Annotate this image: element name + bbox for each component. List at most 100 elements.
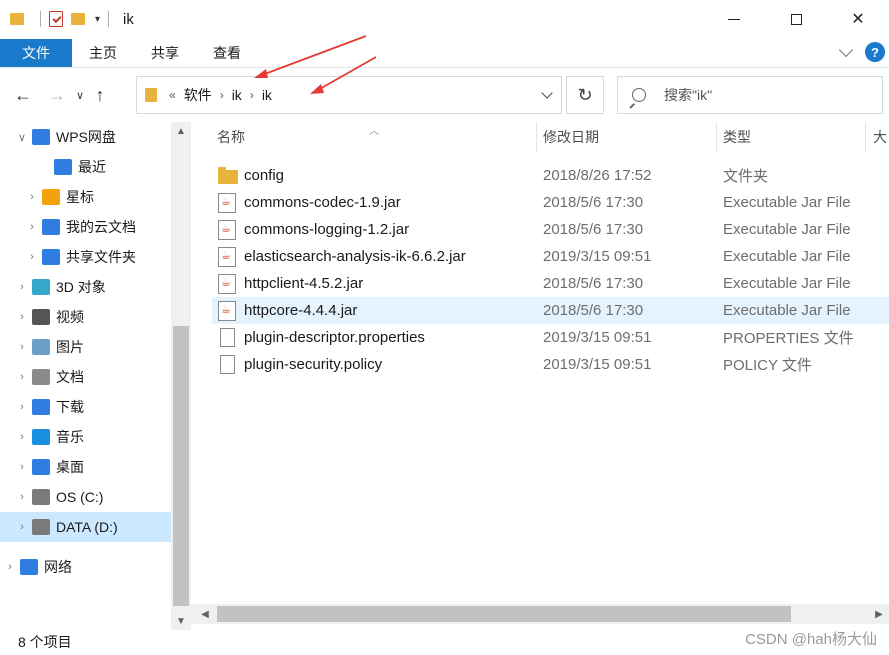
column-divider[interactable] [716,122,717,152]
sidebar-item[interactable]: › 共享文件夹 [0,242,171,272]
file-icon [220,328,235,347]
scrollbar-thumb[interactable] [173,326,189,606]
sidebar-item[interactable]: › 文档 [0,362,171,392]
breadcrumb-item-ik-parent[interactable]: ik [232,87,242,103]
tab-share[interactable]: 共享 [134,39,196,67]
file-row[interactable]: elasticsearch-analysis-ik-6.6.2.jar 2019/… [212,243,889,270]
cloud-icon [32,129,50,145]
folder-icon [145,88,157,102]
sidebar-item-label: 3D 对象 [56,279,106,295]
new-folder-icon[interactable] [71,13,85,25]
column-divider[interactable] [536,122,537,152]
file-row[interactable]: plugin-descriptor.properties 2019/3/15 09… [212,324,889,351]
back-button[interactable]: ← [8,80,38,110]
file-row[interactable]: config 2018/8/26 17:52 文件夹 [212,162,889,189]
sidebar-item[interactable]: › 星标 [0,182,171,212]
expand-chevron-icon[interactable]: › [12,311,32,323]
expand-chevron-icon[interactable]: › [0,561,20,573]
search-box[interactable]: 搜索"ik" [617,76,883,114]
sort-ascending-icon: ︿ [369,126,379,137]
folder-icon[interactable] [10,13,24,25]
sidebar-item[interactable]: › 下载 [0,392,171,422]
picture-icon [32,339,50,355]
expand-ribbon-icon[interactable] [838,42,854,58]
column-header-name[interactable]: 名称 [217,122,245,152]
expand-chevron-icon[interactable]: › [12,401,32,413]
scroll-up-icon[interactable]: ▲ [171,122,191,140]
window-controls: ✕ [703,0,889,38]
file-type: PROPERTIES 文件 [723,330,854,347]
expand-chevron-icon[interactable]: › [12,491,32,503]
customize-toolbar-icon[interactable]: ▾ [95,14,100,25]
sidebar-item[interactable]: › DATA (D:) [0,512,171,542]
breadcrumb-overflow[interactable]: « [169,88,176,102]
file-row[interactable]: commons-logging-1.2.jar 2018/5/6 17:30 Exe… [212,216,889,243]
expand-chevron-icon[interactable]: ∨ [12,131,32,144]
minimize-icon [728,18,740,20]
ribbon-controls: ? [838,42,885,62]
expand-chevron-icon[interactable]: › [12,461,32,473]
sidebar-item[interactable]: › 视频 [0,302,171,332]
sidebar-item[interactable]: › 音乐 [0,422,171,452]
column-header-type[interactable]: 类型 [723,122,751,152]
folder-icon [218,166,238,184]
file-row[interactable]: httpcore-4.4.4.jar 2018/5/6 17:30 Executab… [212,297,889,324]
expand-chevron-icon[interactable]: › [12,371,32,383]
file-row[interactable]: plugin-security.policy 2019/3/15 09:51 POL… [212,351,889,378]
scroll-left-icon[interactable]: ◀ [195,604,215,624]
expand-chevron-icon[interactable]: › [12,431,32,443]
help-icon[interactable]: ? [865,42,885,62]
scroll-right-icon[interactable]: ▶ [869,604,889,624]
sidebar-item[interactable]: › 我的云文档 [0,212,171,242]
scrollbar-thumb[interactable] [217,606,791,622]
jar-icon [218,192,236,213]
sidebar-item-label: DATA (D:) [56,519,118,535]
sidebar-item[interactable]: 最近 [0,152,171,182]
tab-view[interactable]: 查看 [196,39,258,67]
refresh-button[interactable]: ↻ [566,76,604,114]
maximize-button[interactable] [765,0,827,38]
file-type: Executable Jar File [723,194,851,211]
sidebar-item[interactable]: ∨ WPS网盘 [0,122,171,152]
sidebar-item[interactable]: › 3D 对象 [0,272,171,302]
tab-file[interactable]: 文件 [0,39,72,67]
close-button[interactable]: ✕ [827,0,889,38]
expand-chevron-icon[interactable]: › [12,281,32,293]
breadcrumb-separator[interactable]: › [250,88,254,102]
expand-chevron-icon[interactable]: › [22,221,42,233]
file-date: 2019/3/15 09:51 [543,329,652,346]
jar-icon [218,273,236,294]
navigation-pane-scrollbar[interactable]: ▲ ▼ [171,122,191,630]
jar-icon [218,246,236,267]
up-button[interactable]: ↑ [88,80,112,110]
breadcrumb-separator[interactable]: › [220,88,224,102]
expand-chevron-icon[interactable]: › [22,191,42,203]
sidebar-item[interactable]: › 图片 [0,332,171,362]
column-header-size[interactable]: 大 [873,122,887,152]
sidebar-item[interactable]: › 网络 [0,552,171,582]
properties-icon[interactable] [49,11,63,27]
share-icon [42,249,60,265]
cloud-icon [42,219,60,235]
column-divider[interactable] [865,122,866,152]
sidebar-item[interactable]: › OS (C:) [0,482,171,512]
expand-chevron-icon[interactable]: › [12,521,32,533]
tab-home[interactable]: 主页 [72,39,134,67]
breadcrumb-item-software[interactable]: 软件 [184,85,212,105]
ribbon-tabs: 文件 主页 共享 查看 ? [0,38,889,68]
expand-chevron-icon[interactable]: › [12,341,32,353]
forward-button[interactable]: → [42,80,72,110]
expand-chevron-icon[interactable]: › [22,251,42,263]
file-name: commons-codec-1.9.jar [244,194,401,211]
address-bar[interactable]: « 软件 › ik › ik [136,76,562,114]
horizontal-scrollbar[interactable]: ◀ ▶ [191,604,889,624]
column-header-modified[interactable]: 修改日期 [543,122,599,152]
minimize-button[interactable] [703,0,765,38]
breadcrumb-item-ik-current[interactable]: ik [262,87,272,103]
file-name: elasticsearch-analysis-ik-6.6.2.jar [244,248,466,265]
address-dropdown-icon[interactable] [541,87,553,99]
file-row[interactable]: commons-codec-1.9.jar 2018/5/6 17:30 Execu… [212,189,889,216]
sidebar-item[interactable]: › 桌面 [0,452,171,482]
recent-locations-button[interactable]: ∨ [72,80,88,110]
file-row[interactable]: httpclient-4.5.2.jar 2018/5/6 17:30 Execut… [212,270,889,297]
